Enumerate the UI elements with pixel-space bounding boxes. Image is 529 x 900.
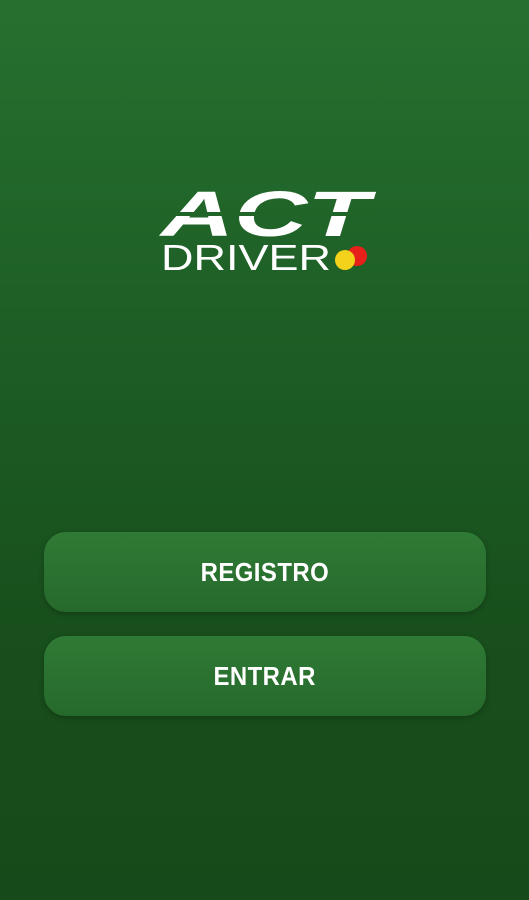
logo-yellow-dot-icon [335, 250, 355, 270]
act-driver-logo: ACT DRIVER [157, 176, 377, 276]
registro-button-label: REGISTRO [200, 556, 330, 587]
logo-stripe [157, 212, 377, 216]
logo-graphic: ACT DRIVER [157, 178, 377, 276]
registro-button[interactable]: REGISTRO [44, 532, 486, 612]
entrar-button-label: ENTRAR [213, 660, 317, 691]
entrar-button[interactable]: ENTRAR [44, 636, 486, 716]
logo-driver-text: DRIVER [161, 237, 331, 276]
